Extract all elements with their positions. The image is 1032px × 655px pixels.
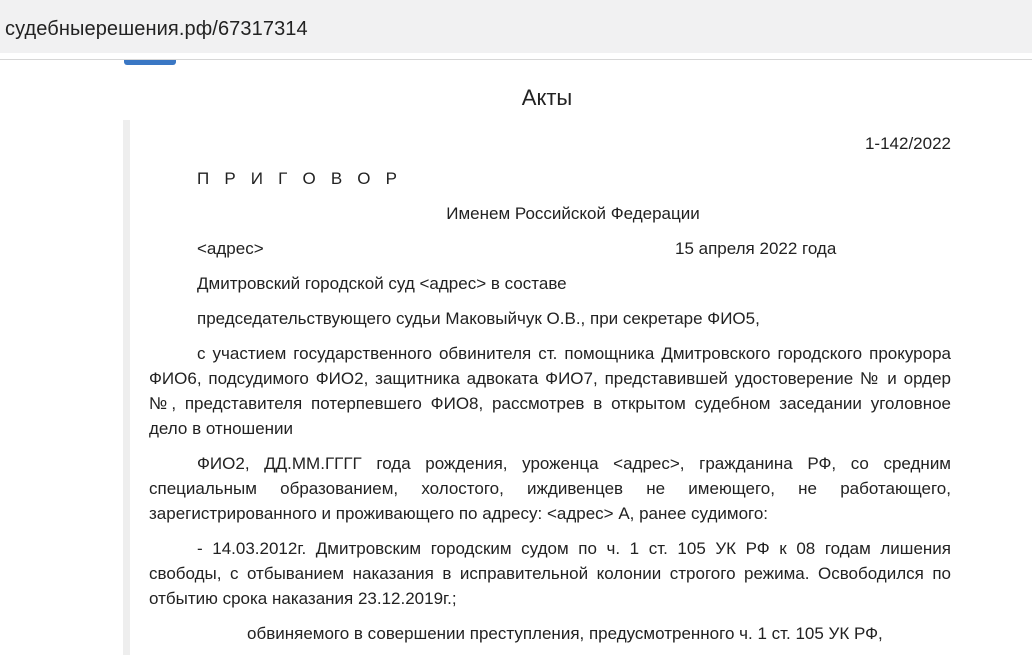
- paragraph-conviction: - 14.03.2012г. Дмитровским городским суд…: [149, 539, 951, 608]
- date-line: 15 апреля 2022 года: [675, 239, 837, 258]
- paragraph-charged: обвиняемого в совершении преступления, п…: [247, 624, 883, 643]
- active-tab-indicator[interactable]: [124, 60, 176, 65]
- document-left-border: [123, 120, 130, 655]
- verdict-title: П Р И Г О В О Р: [197, 169, 403, 188]
- paragraph-court: Дмитровский городской суд <адрес> в сост…: [197, 274, 567, 293]
- name-of-federation-line: Именем Российской Федерации: [446, 204, 700, 223]
- case-number: 1-142/2022: [864, 134, 951, 153]
- address-bar[interactable]: судебныерешения.рф/67317314: [0, 0, 1032, 53]
- place-line: <адрес>: [197, 239, 264, 258]
- paragraph-judge: председательствующего судьи Маковыйчук О…: [197, 309, 760, 328]
- paragraph-defendant: ФИО2, ДД.ММ.ГГГГ года рождения, уроженца…: [149, 454, 951, 523]
- url-text[interactable]: судебныерешения.рф/67317314: [5, 16, 308, 42]
- paragraph-participants: с участием государственного обвинителя с…: [149, 344, 951, 438]
- section-title: Акты: [521, 85, 573, 110]
